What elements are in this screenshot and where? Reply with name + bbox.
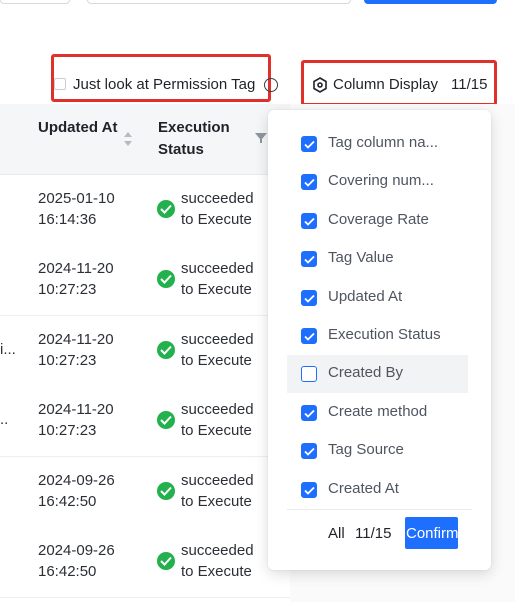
status-line-1: succeeded — [181, 542, 254, 559]
execution-status-cell: succeeded to Execute — [181, 329, 254, 371]
checkbox-checked-icon[interactable] — [301, 290, 317, 306]
column-option[interactable]: Updated At — [287, 279, 467, 317]
updated-time: 10:27:23 — [38, 352, 97, 369]
select-all-link[interactable]: All — [328, 525, 345, 542]
table-row[interactable]: 2024-09-26 16:42:50 succeeded to Execute — [0, 527, 290, 598]
status-line-2: to Execute — [181, 352, 252, 369]
updated-date: 2024-09-26 — [38, 542, 115, 559]
checkbox-checked-icon[interactable] — [301, 482, 317, 498]
column-option-label: Tag Value — [328, 249, 394, 266]
checkbox-checked-icon[interactable] — [301, 213, 317, 229]
column-display-count: 11/15 — [451, 76, 488, 93]
column-display-button[interactable]: Column Display — [333, 76, 438, 93]
popup-divider — [287, 509, 472, 510]
updated-date: 2025-01-10 — [38, 190, 115, 207]
execution-status-cell: succeeded to Execute — [181, 258, 254, 300]
column-option-label: Created By — [328, 364, 404, 381]
status-line-1: succeeded — [181, 331, 254, 348]
header-updated-at[interactable]: Updated At — [38, 117, 118, 139]
table-row[interactable]: .. 2024-11-20 10:27:23 succeeded to Execute — [0, 386, 290, 457]
execution-status-cell: succeeded to Execute — [181, 470, 254, 512]
table-row[interactable]: 2024-11-20 10:27:23 succeeded to Execute — [0, 245, 290, 316]
status-line-2: to Execute — [181, 422, 252, 439]
updated-at-cell: 2024-09-26 16:42:50 — [38, 470, 115, 512]
column-option-label: Created At — [328, 480, 399, 497]
checkbox-checked-icon[interactable] — [301, 174, 317, 190]
execution-status-cell: succeeded to Execute — [181, 188, 254, 230]
column-option[interactable]: Tag Source — [287, 432, 467, 470]
column-option-label: Coverage Rate — [328, 211, 429, 228]
permission-tag-label: Just look at Permission Tag — [73, 76, 256, 93]
status-line-2: to Execute — [181, 563, 252, 580]
updated-date: 2024-09-26 — [38, 472, 115, 489]
column-option[interactable]: Coverage Rate — [287, 202, 467, 240]
updated-at-cell: 2024-11-20 10:27:23 — [38, 399, 114, 441]
status-line-2: to Execute — [181, 281, 252, 298]
table-row[interactable]: 2024-09-26 16:42:50 succeeded to Execute — [0, 457, 290, 528]
column-option[interactable]: Tag Value — [287, 240, 467, 278]
column-option[interactable]: Covering num... — [287, 163, 467, 201]
success-check-icon — [157, 482, 175, 500]
success-check-icon — [157, 270, 175, 288]
updated-at-cell: 2024-11-20 10:27:23 — [38, 329, 114, 371]
updated-time: 10:27:23 — [38, 281, 97, 298]
updated-time: 10:27:23 — [38, 422, 97, 439]
status-line-2: to Execute — [181, 211, 252, 228]
updated-date: 2024-11-20 — [38, 331, 114, 348]
top-primary-button[interactable] — [364, 0, 497, 4]
success-check-icon — [157, 341, 175, 359]
table-row[interactable]: i... 2024-11-20 10:27:23 succeeded to Execut… — [0, 316, 290, 387]
updated-date: 2024-11-20 — [38, 401, 114, 418]
checkbox-checked-icon[interactable] — [301, 443, 317, 459]
column-option[interactable]: Tag column na... — [287, 125, 467, 163]
updated-at-cell: 2025-01-10 16:14:36 — [38, 188, 115, 230]
top-control-left[interactable] — [0, 0, 70, 4]
status-line-1: succeeded — [181, 401, 254, 418]
top-control-middle[interactable] — [87, 0, 351, 4]
column-option-label: Tag column na... — [328, 134, 439, 151]
header-execution-status[interactable]: Execution Status — [158, 117, 258, 161]
execution-status-cell: succeeded to Execute — [181, 399, 254, 441]
success-check-icon — [157, 552, 175, 570]
updated-at-cell: 2024-09-26 16:42:50 — [38, 540, 115, 582]
status-line-2: to Execute — [181, 493, 252, 510]
updated-time: 16:42:50 — [38, 493, 97, 510]
column-option[interactable]: Create method — [287, 394, 467, 432]
status-line-1: succeeded — [181, 190, 254, 207]
column-display-popup: Tag column na... Covering num... Coverage … — [268, 110, 491, 570]
updated-at-cell: 2024-11-20 10:27:23 — [38, 258, 114, 300]
column-option-label: Covering num... — [328, 172, 434, 189]
filter-icon[interactable] — [255, 133, 267, 143]
sort-icon[interactable] — [123, 131, 133, 147]
checkbox-checked-icon[interactable] — [301, 328, 317, 344]
updated-date: 2024-11-20 — [38, 260, 114, 277]
updated-time: 16:14:36 — [38, 211, 97, 228]
selected-count: 11/15 — [355, 525, 392, 542]
status-line-1: succeeded — [181, 260, 254, 277]
checkbox-unchecked-icon[interactable] — [301, 366, 317, 382]
truncated-cell: .. — [0, 411, 9, 428]
column-option[interactable]: Execution Status — [287, 317, 467, 355]
permission-tag-checkbox[interactable] — [54, 78, 66, 90]
checkbox-checked-icon[interactable] — [301, 251, 317, 267]
status-line-1: succeeded — [181, 472, 254, 489]
updated-time: 16:42:50 — [38, 563, 97, 580]
success-check-icon — [157, 411, 175, 429]
column-option[interactable]: Created At — [287, 471, 467, 509]
column-option[interactable]: Created By — [287, 355, 468, 393]
table-row[interactable]: 2025-01-10 16:14:36 succeeded to Execute — [0, 175, 290, 246]
column-option-label: Updated At — [328, 288, 403, 305]
column-option-label: Execution Status — [328, 326, 441, 343]
checkbox-checked-icon[interactable] — [301, 405, 317, 421]
confirm-button[interactable]: Confirm — [405, 517, 458, 549]
column-option-label: Create method — [328, 403, 428, 420]
success-check-icon — [157, 200, 175, 218]
info-icon[interactable] — [264, 78, 278, 92]
truncated-cell: i... — [0, 341, 16, 358]
settings-hexagon-icon[interactable] — [313, 77, 327, 93]
execution-status-cell: succeeded to Execute — [181, 540, 254, 582]
checkbox-checked-icon[interactable] — [301, 136, 317, 152]
column-option-label: Tag Source — [328, 441, 404, 458]
